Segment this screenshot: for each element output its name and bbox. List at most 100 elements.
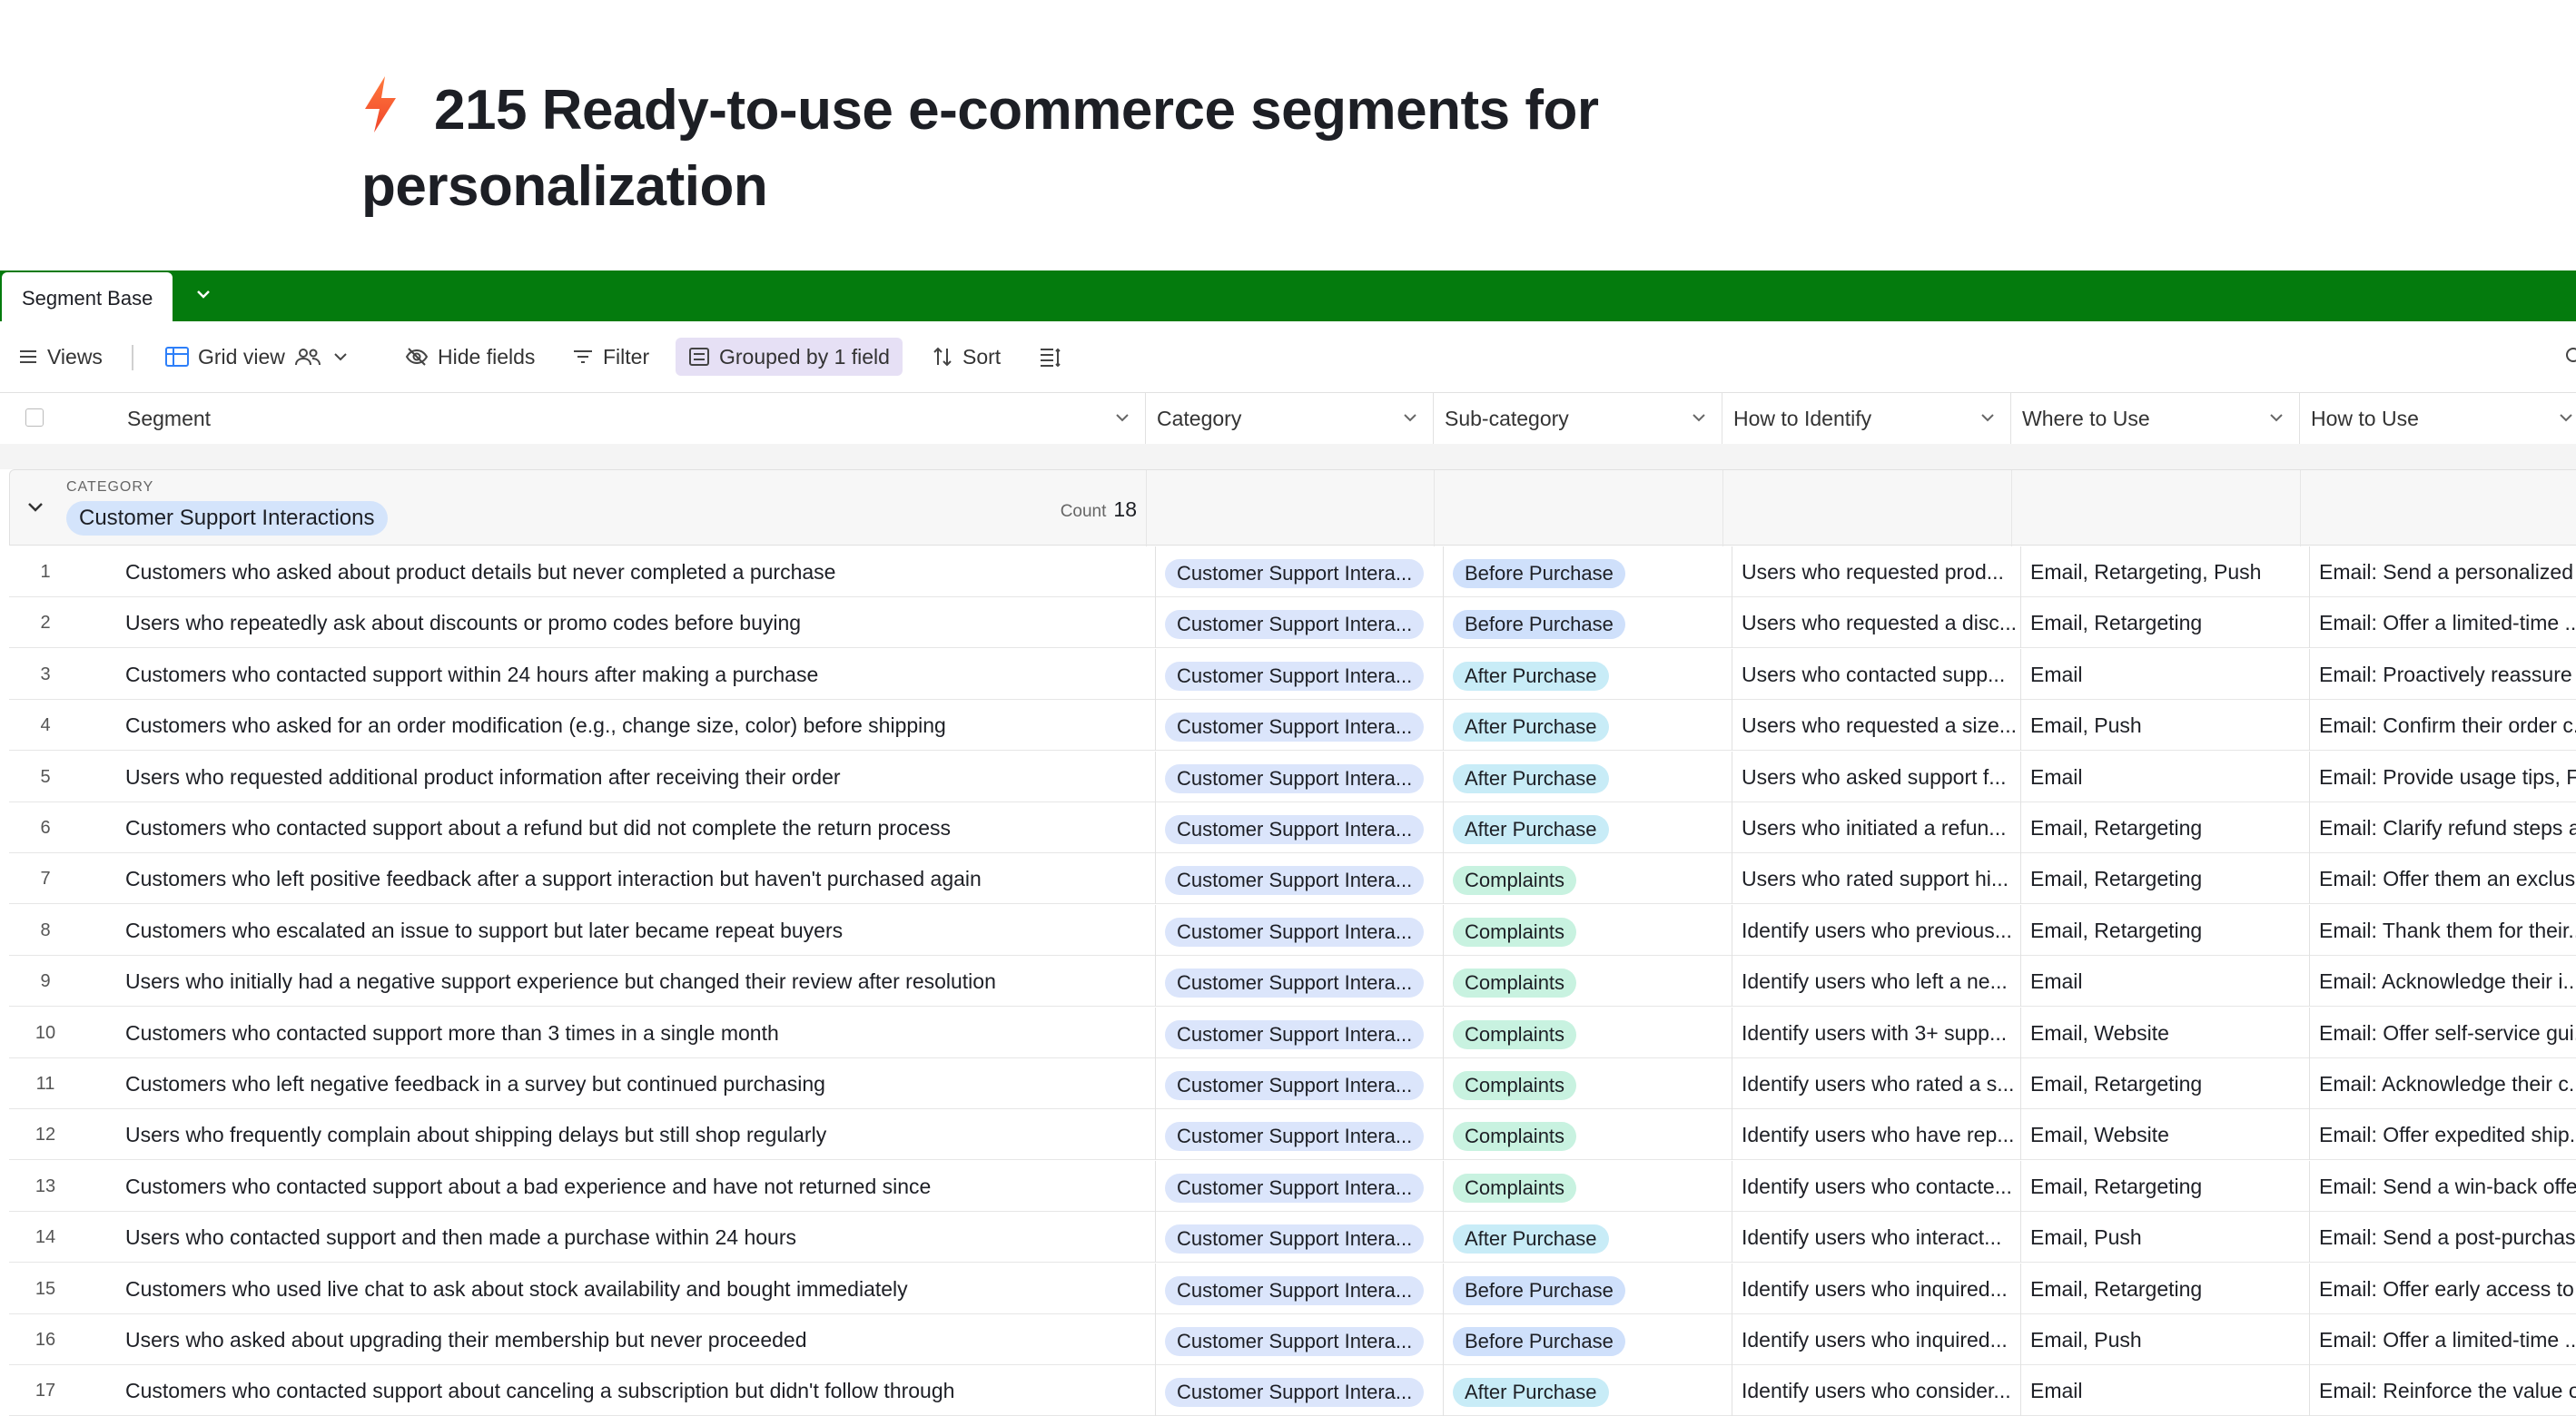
how-to-use-cell[interactable]: Email: Provide usage tips, F... <box>2309 751 2576 802</box>
table-row[interactable]: 15 Customers who used live chat to ask ab… <box>9 1263 2576 1314</box>
table-row[interactable]: 4 Customers who asked for an order modifi… <box>9 700 2576 752</box>
tab-menu-chevron-icon[interactable] <box>191 281 216 307</box>
where-to-use-cell[interactable]: Email, Website <box>2020 1109 2309 1161</box>
sort-button[interactable]: Sort <box>932 338 1001 376</box>
collapse-chevron-icon[interactable] <box>25 496 46 517</box>
how-to-identify-cell[interactable]: Users who rated support hi... <box>1732 853 2020 905</box>
segment-cell[interactable]: Customers who asked for an order modific… <box>125 700 1146 751</box>
category-cell[interactable]: Customer Support Intera... <box>1155 1314 1443 1365</box>
how-to-use-cell[interactable]: Email: Proactively reassure ... <box>2309 648 2576 700</box>
group-button[interactable]: Grouped by 1 field <box>676 338 903 376</box>
sub-category-cell[interactable]: After Purchase <box>1443 1212 1732 1264</box>
sub-category-cell[interactable]: Complaints <box>1443 904 1732 956</box>
how-to-use-cell[interactable]: Email: Clarify refund steps a... <box>2309 802 2576 853</box>
table-row[interactable]: 12 Users who frequently complain about sh… <box>9 1109 2576 1161</box>
table-row[interactable]: 10 Customers who contacted support more t… <box>9 1007 2576 1058</box>
segment-cell[interactable]: Customers who contacted support about ca… <box>125 1365 1146 1416</box>
how-to-use-cell[interactable]: Email: Send a post-purchas... <box>2309 1212 2576 1264</box>
how-to-use-cell[interactable]: Email: Offer them an exclus... <box>2309 853 2576 905</box>
how-to-identify-cell[interactable]: Users who initiated a refun... <box>1732 802 2020 853</box>
how-to-use-cell[interactable]: Email: Offer a limited-time ... <box>2309 597 2576 649</box>
table-row[interactable]: 8 Customers who escalated an issue to sup… <box>9 904 2576 956</box>
where-to-use-cell[interactable]: Email <box>2020 956 2309 1008</box>
chevron-down-icon[interactable] <box>1689 408 1709 428</box>
how-to-identify-cell[interactable]: Identify users who interact... <box>1732 1212 2020 1264</box>
how-to-use-cell[interactable]: Email: Reinforce the value o... <box>2309 1365 2576 1416</box>
segment-cell[interactable]: Users who initially had a negative suppo… <box>125 956 1146 1007</box>
sub-category-cell[interactable]: Complaints <box>1443 956 1732 1008</box>
category-cell[interactable]: Customer Support Intera... <box>1155 751 1443 802</box>
sub-category-cell[interactable]: Complaints <box>1443 1160 1732 1212</box>
tab-segment-base[interactable]: Segment Base <box>2 272 173 321</box>
sub-category-cell[interactable]: Before Purchase <box>1443 1263 1732 1314</box>
category-cell[interactable]: Customer Support Intera... <box>1155 1365 1443 1416</box>
segment-cell[interactable]: Customers who asked about product detail… <box>125 546 1146 597</box>
segment-cell[interactable]: Users who repeatedly ask about discounts… <box>125 597 1146 648</box>
where-to-use-cell[interactable]: Email, Push <box>2020 700 2309 752</box>
segment-cell[interactable]: Customers who escalated an issue to supp… <box>125 905 1146 956</box>
how-to-identify-cell[interactable]: Users who contacted supp... <box>1732 648 2020 700</box>
category-cell[interactable]: Customer Support Intera... <box>1155 700 1443 752</box>
table-row[interactable]: 17 Customers who contacted support about … <box>9 1365 2576 1416</box>
table-row[interactable]: 11 Customers who left negative feedback i… <box>9 1058 2576 1109</box>
sub-category-cell[interactable]: After Purchase <box>1443 700 1732 752</box>
table-row[interactable]: 13 Customers who contacted support about … <box>9 1160 2576 1212</box>
category-cell[interactable]: Customer Support Intera... <box>1155 904 1443 956</box>
sub-category-cell[interactable]: After Purchase <box>1443 648 1732 700</box>
how-to-identify-cell[interactable]: Users who asked support f... <box>1732 751 2020 802</box>
how-to-identify-cell[interactable]: Identify users who inquired... <box>1732 1314 2020 1365</box>
where-to-use-cell[interactable]: Email, Retargeting, Push <box>2020 546 2309 597</box>
how-to-identify-cell[interactable]: Identify users with 3+ supp... <box>1732 1007 2020 1058</box>
select-all-checkbox[interactable] <box>25 408 44 427</box>
column-header-category[interactable]: Category <box>1146 393 1434 444</box>
where-to-use-cell[interactable]: Email, Retargeting <box>2020 802 2309 853</box>
segment-cell[interactable]: Users who asked about upgrading their me… <box>125 1314 1146 1365</box>
category-cell[interactable]: Customer Support Intera... <box>1155 1212 1443 1264</box>
column-header-how-to-identify[interactable]: How to Identify <box>1722 393 2011 444</box>
how-to-use-cell[interactable]: Email: Acknowledge their i... <box>2309 956 2576 1008</box>
where-to-use-cell[interactable]: Email, Push <box>2020 1212 2309 1264</box>
how-to-identify-cell[interactable]: Identify users who rated a s... <box>1732 1058 2020 1109</box>
sub-category-cell[interactable]: Complaints <box>1443 1109 1732 1161</box>
segment-cell[interactable]: Users who frequently complain about ship… <box>125 1109 1146 1160</box>
how-to-use-cell[interactable]: Email: Acknowledge their c... <box>2309 1058 2576 1109</box>
column-header-sub-category[interactable]: Sub-category <box>1434 393 1722 444</box>
how-to-use-cell[interactable]: Email: Send a personalized ... <box>2309 546 2576 597</box>
column-header-where-to-use[interactable]: Where to Use <box>2011 393 2300 444</box>
table-row[interactable]: 7 Customers who left positive feedback af… <box>9 853 2576 905</box>
category-cell[interactable]: Customer Support Intera... <box>1155 1160 1443 1212</box>
how-to-identify-cell[interactable]: Identify users who have rep... <box>1732 1109 2020 1161</box>
sub-category-cell[interactable]: After Purchase <box>1443 1365 1732 1416</box>
table-row[interactable]: 9 Users who initially had a negative supp… <box>9 956 2576 1008</box>
how-to-use-cell[interactable]: Email: Offer self-service gui... <box>2309 1007 2576 1058</box>
segment-cell[interactable]: Customers who contacted support about a … <box>125 1161 1146 1212</box>
how-to-use-cell[interactable]: Email: Offer a limited-time ... <box>2309 1314 2576 1365</box>
how-to-use-cell[interactable]: Email: Confirm their order c... <box>2309 700 2576 752</box>
table-row[interactable]: 14 Users who contacted support and then m… <box>9 1212 2576 1264</box>
sub-category-cell[interactable]: Complaints <box>1443 853 1732 905</box>
category-cell[interactable]: Customer Support Intera... <box>1155 1109 1443 1161</box>
sub-category-cell[interactable]: Complaints <box>1443 1058 1732 1109</box>
where-to-use-cell[interactable]: Email, Retargeting <box>2020 1058 2309 1109</box>
how-to-use-cell[interactable]: Email: Offer expedited ship... <box>2309 1109 2576 1161</box>
where-to-use-cell[interactable]: Email, Retargeting <box>2020 1160 2309 1212</box>
chevron-down-icon[interactable] <box>2266 408 2286 428</box>
table-row[interactable]: 2 Users who repeatedly ask about discount… <box>9 597 2576 649</box>
segment-cell[interactable]: Customers who contacted support within 2… <box>125 649 1146 700</box>
sub-category-cell[interactable]: Before Purchase <box>1443 597 1732 649</box>
category-cell[interactable]: Customer Support Intera... <box>1155 597 1443 649</box>
group-header[interactable]: CATEGORY Customer Support Interactions C… <box>9 469 1146 546</box>
category-cell[interactable]: Customer Support Intera... <box>1155 956 1443 1008</box>
category-cell[interactable]: Customer Support Intera... <box>1155 802 1443 853</box>
segment-cell[interactable]: Users who contacted support and then mad… <box>125 1212 1146 1263</box>
category-cell[interactable]: Customer Support Intera... <box>1155 1058 1443 1109</box>
how-to-identify-cell[interactable]: Users who requested a size... <box>1732 700 2020 752</box>
segment-cell[interactable]: Customers who left positive feedback aft… <box>125 853 1146 904</box>
where-to-use-cell[interactable]: Email, Retargeting <box>2020 597 2309 649</box>
search-icon[interactable] <box>2561 338 2576 376</box>
how-to-use-cell[interactable]: Email: Send a win-back offe... <box>2309 1160 2576 1212</box>
sub-category-cell[interactable]: Complaints <box>1443 1007 1732 1058</box>
how-to-use-cell[interactable]: Email: Thank them for their... <box>2309 904 2576 956</box>
category-cell[interactable]: Customer Support Intera... <box>1155 648 1443 700</box>
where-to-use-cell[interactable]: Email <box>2020 751 2309 802</box>
